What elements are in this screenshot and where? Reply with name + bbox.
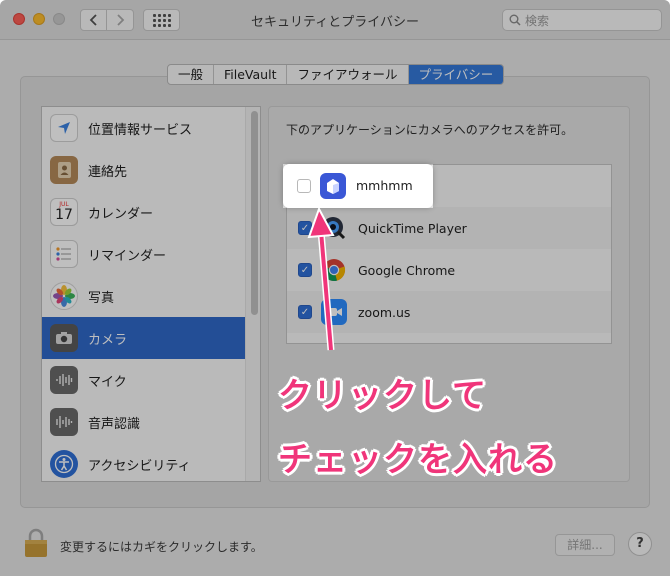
mmhmm-checkbox[interactable] (297, 179, 311, 193)
app-name: mmhmm (356, 178, 413, 193)
preferences-window: セキュリティとプライバシー 検索 一般 FileVault ファイアウォール プ… (0, 0, 670, 576)
annotation-line-2: チェックを入れる (278, 440, 558, 480)
dim-overlay (0, 0, 670, 164)
annotation-line-1: クリックして (278, 376, 487, 416)
mmhmm-app-icon (320, 173, 346, 199)
dim-overlay (433, 164, 670, 208)
dim-overlay (0, 164, 283, 208)
pointer-arrow-icon (307, 206, 335, 351)
highlighted-app-row[interactable]: mmhmm (283, 164, 433, 208)
